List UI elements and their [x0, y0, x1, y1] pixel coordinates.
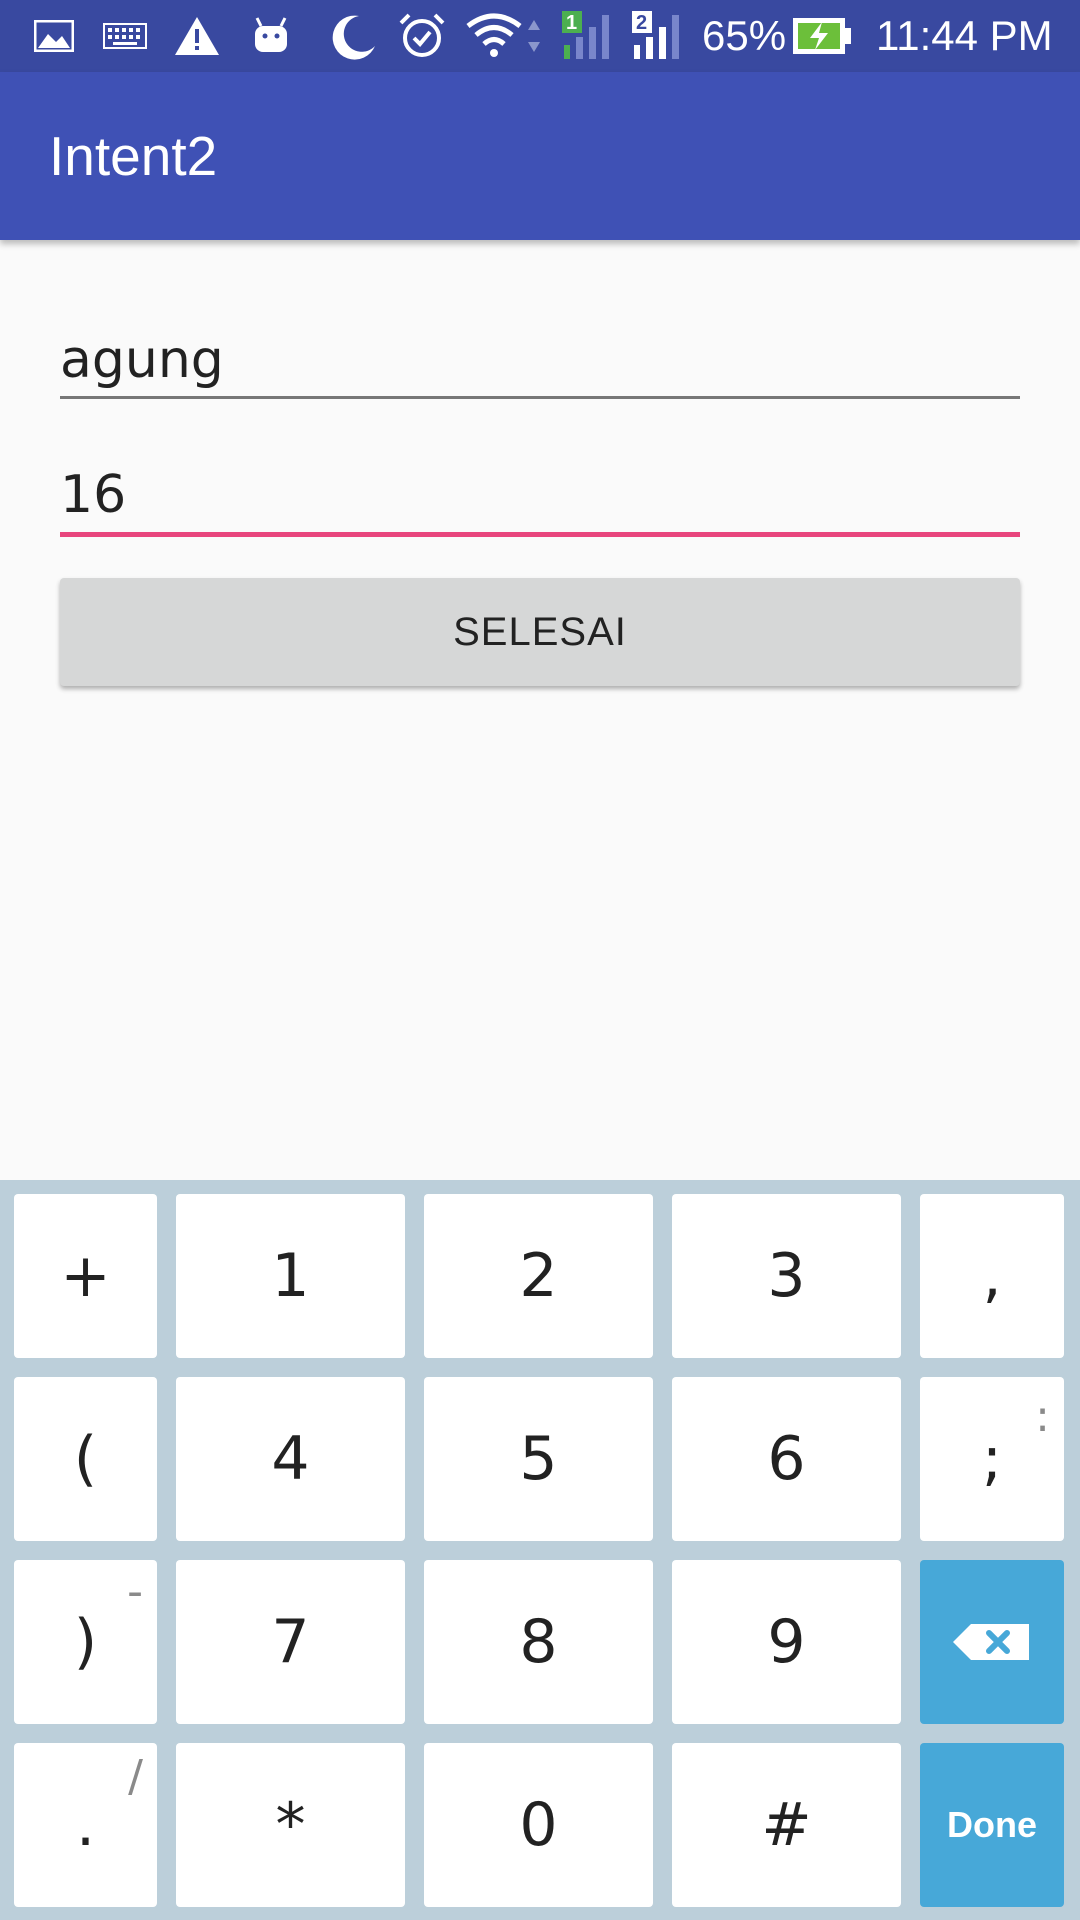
wifi-icon — [464, 12, 548, 60]
age-field-underline — [60, 532, 1020, 537]
backspace-key[interactable] — [920, 1560, 1064, 1724]
key-label: 2 — [519, 1241, 558, 1311]
key-2[interactable]: 2 — [424, 1194, 653, 1358]
name-field-value: agung — [60, 330, 224, 390]
key-open-paren[interactable]: ( — [14, 1377, 157, 1541]
backspace-icon — [953, 1607, 1031, 1677]
key-label: 5 — [519, 1424, 558, 1494]
signal-sim1-icon: 1 — [560, 11, 618, 60]
age-field-value: 16 — [60, 465, 127, 525]
age-field[interactable]: 16 — [60, 455, 1020, 539]
app-title: Intent2 — [49, 125, 218, 187]
key-7[interactable]: 7 — [176, 1560, 405, 1724]
battery-percent: 65% — [702, 12, 787, 59]
key-label: 0 — [519, 1790, 558, 1860]
key-label: ( — [73, 1424, 98, 1494]
key-alt-label: : — [1035, 1391, 1050, 1442]
key-plus[interactable]: + — [14, 1194, 157, 1358]
selesai-button[interactable]: SELESAI — [60, 578, 1020, 686]
key-period[interactable]: . / — [14, 1743, 157, 1907]
key-label: * — [275, 1790, 306, 1860]
app-bar: Intent2 — [0, 72, 1080, 240]
key-8[interactable]: 8 — [424, 1560, 653, 1724]
gallery-icon — [32, 12, 76, 60]
moon-icon — [328, 12, 378, 60]
keyboard-icon — [102, 12, 148, 60]
key-alt-label: - — [127, 1566, 143, 1617]
done-key[interactable]: Done — [920, 1743, 1064, 1907]
key-close-paren[interactable]: ) - — [14, 1560, 157, 1724]
key-label: 1 — [271, 1241, 310, 1311]
key-label: ; — [981, 1424, 1003, 1494]
android-icon — [250, 12, 292, 60]
key-alt-label: / — [128, 1751, 143, 1802]
key-label: # — [761, 1790, 812, 1860]
warning-icon — [172, 12, 222, 60]
numeric-keyboard: + 1 2 3 , ( 4 5 6 ; : ) - 7 8 9 . / * 0 … — [0, 1180, 1080, 1920]
key-asterisk[interactable]: * — [176, 1743, 405, 1907]
key-4[interactable]: 4 — [176, 1377, 405, 1541]
key-label: . — [75, 1790, 96, 1860]
key-6[interactable]: 6 — [672, 1377, 901, 1541]
key-comma[interactable]: , — [920, 1194, 1064, 1358]
key-label: 7 — [271, 1607, 310, 1677]
name-field-underline — [60, 396, 1020, 399]
alarm-icon — [396, 12, 448, 60]
key-5[interactable]: 5 — [424, 1377, 653, 1541]
key-9[interactable]: 9 — [672, 1560, 901, 1724]
clock: 11:44 PM — [876, 12, 1053, 59]
key-label: 6 — [767, 1424, 806, 1494]
key-label: 9 — [767, 1607, 806, 1677]
sim1-label: 1 — [566, 12, 578, 34]
key-label: 4 — [271, 1424, 310, 1494]
key-label: + — [60, 1241, 111, 1311]
key-hash[interactable]: # — [672, 1743, 901, 1907]
key-label: , — [982, 1241, 1002, 1311]
name-field[interactable]: agung — [60, 320, 1020, 402]
battery-charging-icon — [792, 12, 852, 60]
key-1[interactable]: 1 — [176, 1194, 405, 1358]
sim2-label: 2 — [636, 12, 648, 34]
key-semicolon[interactable]: ; : — [920, 1377, 1064, 1541]
key-0[interactable]: 0 — [424, 1743, 653, 1907]
key-label: 8 — [519, 1607, 558, 1677]
key-label: ) — [73, 1607, 98, 1677]
status-bar: 1 2 65% 11:44 PM — [0, 0, 1080, 72]
key-3[interactable]: 3 — [672, 1194, 901, 1358]
key-label: 3 — [767, 1241, 806, 1311]
done-label: Done — [947, 1804, 1037, 1845]
signal-sim2-icon: 2 — [630, 11, 688, 60]
